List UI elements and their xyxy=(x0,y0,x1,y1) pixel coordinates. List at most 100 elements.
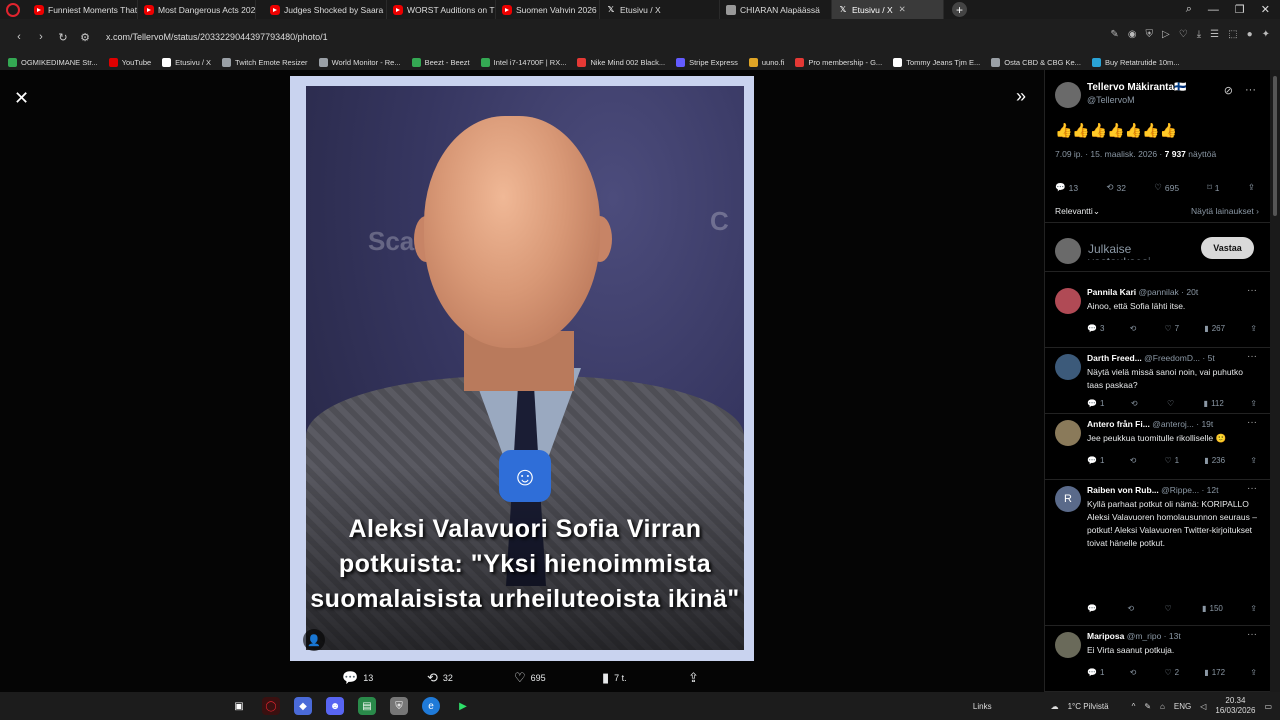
edit-icon[interactable]: ✎ xyxy=(1110,29,1118,40)
share-icon[interactable]: ⇪ xyxy=(1250,456,1257,465)
share-icon[interactable]: ⇪ xyxy=(1248,182,1255,193)
reply-action[interactable]: 💬 13 xyxy=(342,670,373,686)
forward-icon[interactable]: › xyxy=(30,31,52,43)
back-icon[interactable]: ‹ xyxy=(8,31,30,43)
like-action[interactable]: ♡ 2 xyxy=(1165,668,1180,677)
avatar[interactable] xyxy=(1055,420,1081,446)
repost-stat[interactable]: ⟲ 32 xyxy=(1106,182,1126,193)
bookmark-item[interactable]: Tommy Jeans Tjm E... xyxy=(893,58,980,67)
browser-tab[interactable]: CHIARAN Alapäässä xyxy=(720,0,832,19)
reply-button[interactable]: Vastaa xyxy=(1201,237,1254,259)
share-icon[interactable]: ⇪ xyxy=(1250,324,1257,333)
reply-item[interactable]: R Raiben von Rub... @Rippe... · 12t ··· Kyl… xyxy=(1045,480,1270,626)
browser-tab[interactable]: Suomen Vahvin 2026 - Me xyxy=(496,0,600,19)
repost-action[interactable]: ⟲ 32 xyxy=(427,670,453,686)
browser-tab[interactable]: WORST Auditions on The xyxy=(387,0,496,19)
browser-tab[interactable]: Most Dangerous Acts 202 xyxy=(138,0,256,19)
camera-icon[interactable]: ◉ xyxy=(1128,29,1137,40)
like-stat[interactable]: ♡ 695 xyxy=(1154,182,1179,193)
minimize-icon[interactable]: — xyxy=(1208,4,1219,16)
views-action[interactable]: ▮ 112 xyxy=(1204,399,1224,408)
person-icon[interactable]: 👤 xyxy=(303,629,325,651)
browser-tab[interactable]: Funniest Moments That M xyxy=(28,0,138,19)
heart-icon[interactable]: ♡ xyxy=(1179,29,1188,40)
shield-app-icon[interactable]: ⛨ xyxy=(390,697,408,715)
reply-action[interactable]: 💬 1 xyxy=(1087,456,1104,465)
bookmark-item[interactable]: World Monitor - Re... xyxy=(318,58,401,67)
collapse-panel-icon[interactable]: » xyxy=(1016,86,1026,107)
reply-stat[interactable]: 💬 13 xyxy=(1055,182,1078,193)
scrollbar-thumb[interactable] xyxy=(1273,76,1277,216)
weather-icon[interactable]: ☁ xyxy=(1051,702,1059,711)
repost-action[interactable]: ⟲ xyxy=(1130,668,1140,677)
like-action[interactable]: ♡ 695 xyxy=(514,670,546,686)
edge-icon[interactable]: e xyxy=(422,697,440,715)
weather-text[interactable]: 1°C Pilvistä xyxy=(1068,702,1109,711)
bookmark-item[interactable]: Pro membership - G... xyxy=(795,58,882,67)
more-icon[interactable]: ··· xyxy=(1245,84,1256,97)
task-view-icon[interactable]: ▣ xyxy=(230,697,248,715)
app-icon[interactable]: ◆ xyxy=(294,697,312,715)
show-quotes-link[interactable]: Näytä lainaukset › xyxy=(1191,206,1259,217)
views-action[interactable]: ▮ 172 xyxy=(1204,668,1225,677)
repost-action[interactable]: ⟲ xyxy=(1130,456,1140,465)
extension-icon[interactable]: ⬚ xyxy=(1228,29,1237,40)
pen-icon[interactable]: ✎ xyxy=(1144,702,1151,711)
reply-item[interactable]: Darth Freed... @FreedomD... · 5t ··· Näytä… xyxy=(1045,348,1270,414)
media-player-icon[interactable]: ▶ xyxy=(454,697,472,715)
opera-gx-icon[interactable]: ◯ xyxy=(262,697,280,715)
language-indicator[interactable]: ENG xyxy=(1174,702,1191,711)
share-icon[interactable]: ⇪ xyxy=(1250,399,1257,408)
browser-tab-active[interactable]: 𝕏 Etusivu / X ✕ xyxy=(832,0,944,19)
like-action[interactable]: ♡ xyxy=(1167,399,1177,408)
avatar[interactable] xyxy=(1055,632,1081,658)
views-action[interactable]: ▮ 236 xyxy=(1204,456,1225,465)
views-action[interactable]: ▮ 267 xyxy=(1204,324,1225,333)
reply-action[interactable]: 💬 3 xyxy=(1087,324,1104,333)
url-field[interactable]: x.com/TellervoM/status/20332290443977934… xyxy=(106,32,328,42)
menu-icon[interactable]: ☰ xyxy=(1210,29,1219,40)
reply-item[interactable]: Pannila Kari @pannilak · 20t ··· Ainoo, et… xyxy=(1045,282,1270,348)
sort-dropdown[interactable]: Relevantti⌄ xyxy=(1055,206,1100,217)
author-name[interactable]: Tellervo Mäkiranta🇫🇮 xyxy=(1087,82,1187,93)
more-icon[interactable]: ··· xyxy=(1247,417,1257,428)
close-tab-icon[interactable]: ✕ xyxy=(899,4,906,15)
more-icon[interactable]: ··· xyxy=(1247,629,1257,640)
shield-icon[interactable]: ⛨ xyxy=(1146,29,1154,40)
like-action[interactable]: ♡ 1 xyxy=(1165,456,1180,465)
bookmark-item[interactable]: Osta CBD & CBG Ke... xyxy=(991,58,1081,67)
discord-icon[interactable]: ☻ xyxy=(326,697,344,715)
reply-action[interactable]: 💬 xyxy=(1087,604,1100,613)
more-icon[interactable]: ··· xyxy=(1247,351,1257,362)
author-handle[interactable]: @TellervoM xyxy=(1087,95,1187,105)
reply-item[interactable]: Mariposa @m_ripo · 13t ··· Ei Virta saanut… xyxy=(1045,626,1270,692)
opera-logo-icon[interactable] xyxy=(6,2,20,17)
reply-item[interactable]: Antero från Fi... @anteroj... · 19t ··· Je… xyxy=(1045,414,1270,480)
close-icon[interactable]: ✕ xyxy=(14,88,29,109)
new-tab-button[interactable]: + xyxy=(952,2,967,17)
play-icon[interactable]: ▷ xyxy=(1162,29,1170,40)
profile-icon[interactable]: ● xyxy=(1247,29,1253,40)
repost-action[interactable]: ⟲ xyxy=(1130,324,1140,333)
network-icon[interactable]: ⌂ xyxy=(1160,702,1165,711)
avatar[interactable] xyxy=(1055,354,1081,380)
bookmark-item[interactable]: Etusivu / X xyxy=(162,58,211,67)
search-icon[interactable]: ⌕ xyxy=(1186,3,1192,16)
repost-action[interactable]: ⟲ xyxy=(1127,604,1137,613)
tweet-photo[interactable]: Sca C ☺ Aleksi Valavuori Sofia Virran po… xyxy=(306,86,744,650)
like-action[interactable]: ♡ xyxy=(1165,604,1175,613)
bookmark-stat[interactable]: ⌑ 1 xyxy=(1207,182,1219,193)
bookmark-item[interactable]: Nike Mind 002 Black... xyxy=(577,58,665,67)
bookmark-item[interactable]: OGMIKEDIMANE Str... xyxy=(8,58,98,67)
chat-app-icon[interactable]: ▤ xyxy=(358,697,376,715)
share-icon[interactable]: ⇪ xyxy=(1250,604,1257,613)
more-icon[interactable]: ··· xyxy=(1247,483,1257,494)
bookmark-item[interactable]: Beezt - Beezt xyxy=(411,58,470,67)
like-action[interactable]: ♡ 7 xyxy=(1165,324,1180,333)
reply-input[interactable]: Julkaise vastauksesi xyxy=(1088,243,1188,260)
bookmark-item[interactable]: YouTube xyxy=(108,58,151,67)
avatar[interactable] xyxy=(1055,82,1081,108)
bookmark-item[interactable]: Buy Retatrutide 10m... xyxy=(1091,58,1180,67)
clock[interactable]: 20.34 16/03/2026 xyxy=(1215,696,1255,716)
close-window-icon[interactable]: ✕ xyxy=(1261,3,1270,16)
